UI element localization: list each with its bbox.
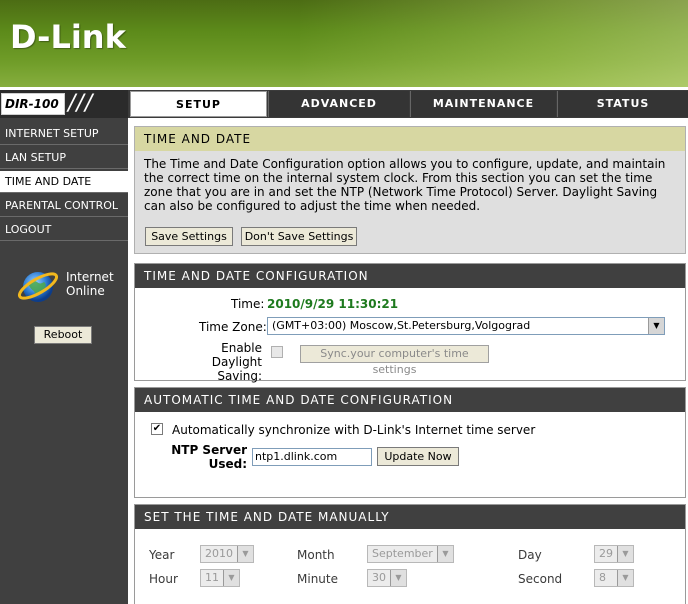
time-config-title: TIME AND DATE CONFIGURATION bbox=[135, 264, 685, 288]
main-content: TIME AND DATE The Time and Date Configur… bbox=[128, 118, 688, 604]
day-value: 29 bbox=[599, 547, 613, 560]
tab-setup[interactable]: SETUP bbox=[130, 91, 267, 117]
connection-status: Internet Online bbox=[66, 270, 114, 298]
month-select[interactable]: September ▼ bbox=[367, 545, 454, 563]
timezone-label: Time Zone: bbox=[199, 320, 267, 334]
minute-select[interactable]: 30 ▼ bbox=[367, 569, 407, 587]
day-label: Day bbox=[518, 548, 542, 562]
header-banner: D-Link bbox=[0, 0, 688, 87]
year-select[interactable]: 2010 ▼ bbox=[200, 545, 254, 563]
time-config-panel: TIME AND DATE CONFIGURATION Time: 2010/9… bbox=[134, 263, 686, 383]
chevron-down-icon: ▼ bbox=[223, 570, 239, 586]
dont-save-settings-button[interactable]: Don't Save Settings bbox=[241, 227, 357, 246]
chevron-down-icon: ▼ bbox=[390, 570, 406, 586]
current-time-value: 2010/9/29 11:30:21 bbox=[267, 297, 399, 311]
sidebar-item-logout[interactable]: LOGOUT bbox=[0, 219, 128, 241]
tab-advanced[interactable]: ADVANCED bbox=[268, 91, 409, 117]
ntp-label-line2: Used: bbox=[208, 457, 247, 471]
auto-config-title: AUTOMATIC TIME AND DATE CONFIGURATION bbox=[135, 388, 685, 412]
sync-computer-time-button[interactable]: Sync.your computer's time settings bbox=[300, 345, 489, 376]
month-value: September bbox=[372, 547, 433, 560]
manual-config-title: SET THE TIME AND DATE MANUALLY bbox=[135, 505, 685, 529]
second-value: 8 bbox=[599, 571, 606, 584]
second-label: Second bbox=[518, 572, 563, 586]
intro-title: TIME AND DATE bbox=[135, 127, 685, 151]
chevron-down-icon: ▼ bbox=[617, 570, 633, 586]
sidebar-item-lan-setup[interactable]: LAN SETUP bbox=[0, 147, 128, 169]
tab-status[interactable]: STATUS bbox=[557, 91, 688, 117]
year-value: 2010 bbox=[205, 547, 233, 560]
year-label: Year bbox=[149, 548, 175, 562]
daylight-label-line1: Enable Daylight bbox=[211, 341, 262, 369]
ntp-server-input[interactable]: ntp1.dlink.com bbox=[252, 448, 372, 466]
save-settings-button[interactable]: Save Settings bbox=[145, 227, 233, 246]
model-slashes: /// bbox=[68, 91, 94, 116]
chevron-down-icon: ▼ bbox=[437, 546, 453, 562]
minute-value: 30 bbox=[372, 571, 386, 584]
status-line-internet: Internet bbox=[66, 270, 114, 284]
daylight-saving-label: Enable Daylight Saving: bbox=[178, 341, 262, 383]
model-badge: DIR-100 /// bbox=[0, 90, 128, 118]
status-line-online: Online bbox=[66, 284, 105, 298]
hour-select[interactable]: 11 ▼ bbox=[200, 569, 240, 587]
time-label: Time: bbox=[231, 297, 265, 311]
sidebar-item-parental-control[interactable]: PARENTAL CONTROL bbox=[0, 195, 128, 217]
auto-config-panel: AUTOMATIC TIME AND DATE CONFIGURATION ✔ … bbox=[134, 387, 686, 498]
hour-label: Hour bbox=[149, 572, 178, 586]
tab-maintenance[interactable]: MAINTENANCE bbox=[410, 91, 556, 117]
sidebar: INTERNET SETUP LAN SETUP TIME AND DATE P… bbox=[0, 118, 128, 604]
model-name: DIR-100 bbox=[1, 93, 65, 115]
intro-panel: TIME AND DATE The Time and Date Configur… bbox=[134, 126, 686, 254]
auto-sync-checkbox[interactable]: ✔ bbox=[151, 423, 163, 435]
chevron-down-icon: ▼ bbox=[237, 546, 253, 562]
chevron-down-icon: ▼ bbox=[617, 546, 633, 562]
dlink-logo: D-Link bbox=[10, 18, 126, 56]
header-gloss bbox=[300, 0, 688, 87]
update-now-button[interactable]: Update Now bbox=[377, 447, 459, 466]
daylight-saving-checkbox[interactable] bbox=[271, 346, 283, 358]
auto-sync-label: Automatically synchronize with D-Link's … bbox=[172, 423, 536, 437]
second-select[interactable]: 8 ▼ bbox=[594, 569, 634, 587]
daylight-label-line2: Saving: bbox=[217, 369, 262, 383]
manual-config-panel: SET THE TIME AND DATE MANUALLY Year 2010… bbox=[134, 504, 686, 604]
sidebar-item-time-and-date[interactable]: TIME AND DATE bbox=[0, 171, 128, 193]
hour-value: 11 bbox=[205, 571, 219, 584]
day-select[interactable]: 29 ▼ bbox=[594, 545, 634, 563]
reboot-button[interactable]: Reboot bbox=[34, 326, 92, 344]
month-label: Month bbox=[297, 548, 335, 562]
chevron-down-icon: ▼ bbox=[648, 318, 664, 334]
minute-label: Minute bbox=[297, 572, 338, 586]
ntp-label-line1: NTP Server bbox=[171, 443, 247, 457]
intro-description: The Time and Date Configuration option a… bbox=[144, 157, 666, 213]
timezone-value: (GMT+03:00) Moscow,St.Petersburg,Volgogr… bbox=[272, 319, 531, 332]
timezone-select[interactable]: (GMT+03:00) Moscow,St.Petersburg,Volgogr… bbox=[267, 317, 665, 335]
globe-icon bbox=[17, 272, 59, 302]
top-nav: DIR-100 /// SETUP ADVANCED MAINTENANCE S… bbox=[0, 90, 688, 118]
sidebar-item-internet-setup[interactable]: INTERNET SETUP bbox=[0, 123, 128, 145]
ntp-server-label: NTP Server Used: bbox=[171, 443, 247, 471]
